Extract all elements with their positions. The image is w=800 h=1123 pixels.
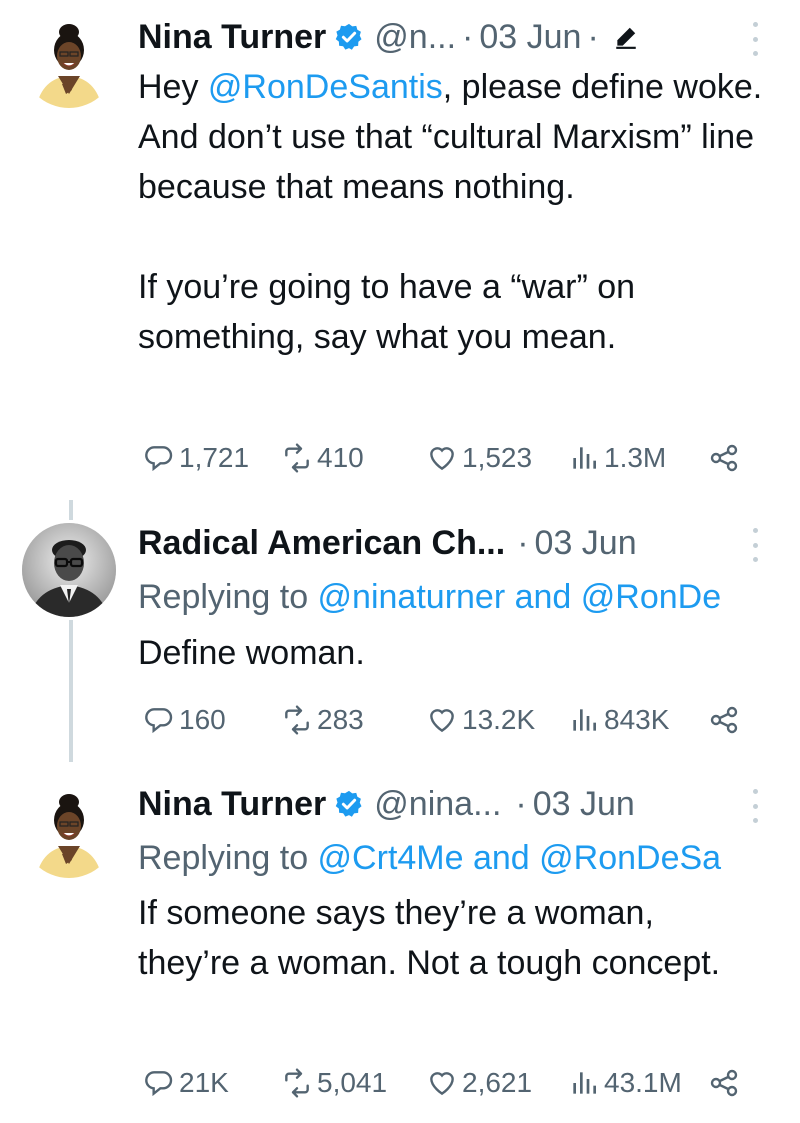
views-count: 43.1M [604,1067,682,1098]
author-name[interactable]: Nina Turner [138,782,326,826]
tweet-date[interactable]: 03 Jun [535,521,637,565]
share-button[interactable] [708,438,744,478]
views-count: 1.3M [604,442,667,473]
share-icon [710,706,738,734]
mention-link[interactable]: @RonDeSa [539,839,721,877]
share-icon [710,1069,738,1097]
author-handle[interactable]: @nina... [374,782,501,826]
mention-link[interactable]: @RonDe [581,578,721,616]
thread-connector-line [69,620,73,762]
avatar-image [22,523,116,617]
avatar-radical-american[interactable] [22,523,116,617]
action-bar: 21K 5,041 2,621 43.1M [138,1063,758,1103]
repost-icon [285,705,309,735]
views-button[interactable]: 1.3M [568,438,666,478]
replying-prefix: Replying to [138,839,318,877]
repost-button[interactable]: 283 [281,700,364,740]
reply-button[interactable]: 160 [143,700,226,740]
separator: · [515,785,527,823]
replying-to: Replying to @ninaturner and @RonDe [138,575,800,619]
like-button[interactable]: 13.2K [426,700,535,740]
action-bar: 1,721 410 1,523 1.3M [138,438,758,478]
like-button[interactable]: 1,523 [426,438,532,478]
tweet-date[interactable]: 03 Jun [533,782,635,826]
replying-and: and [463,839,540,877]
separator: · [517,524,529,562]
like-count: 1,523 [462,442,533,473]
avatar-nina-turner[interactable] [22,784,116,878]
reply-icon [145,708,173,734]
like-button[interactable]: 2,621 [426,1063,532,1103]
replying-prefix: Replying to [138,578,318,616]
heart-icon [430,1072,454,1096]
reply-button[interactable]: 21K [143,1063,229,1103]
reply-icon [145,446,173,472]
reply-count: 21K [179,1067,229,1098]
replying-and: and [505,578,581,616]
more-options-icon[interactable] [748,22,762,56]
more-options-icon[interactable] [748,528,762,562]
edited-pencil-icon[interactable] [613,24,639,50]
tweet-text: Hey @RonDeSantis, please define woke. An… [138,62,778,362]
action-bar: 160 283 13.2K 843K [138,700,758,740]
reply-count: 1,721 [179,442,250,473]
mention-link[interactable]: @ninaturner [318,578,506,616]
thread-connector-line [69,500,73,520]
more-options-icon[interactable] [748,789,762,823]
mention-link[interactable]: @RonDeSantis [208,68,443,106]
repost-button[interactable]: 410 [281,438,364,478]
repost-icon [285,443,309,473]
share-button[interactable] [708,700,744,740]
heart-icon [430,447,454,471]
like-count: 2,621 [462,1067,533,1098]
reply-icon [145,1071,173,1097]
avatar-nina-turner[interactable] [22,14,116,108]
like-count: 13.2K [462,704,536,735]
views-count: 843K [604,704,670,735]
reply-count: 160 [179,704,226,735]
mention-link[interactable]: @Crt4Me [318,839,464,877]
tweet-1[interactable]: Nina Turner @n... · 03 Jun · Hey @RonDeS… [0,0,800,490]
author-handle[interactable]: @n... [374,15,456,59]
repost-count: 410 [317,442,364,473]
replying-to: Replying to @Crt4Me and @RonDeSa [138,836,800,880]
share-button[interactable] [708,1063,744,1103]
tweet-header: Nina Turner @n... · 03 Jun · [138,15,639,59]
tweet-text: If someone says they’re a woman, they’re… [138,894,721,982]
views-bar-chart-icon [573,1072,596,1094]
author-name[interactable]: Nina Turner [138,15,326,59]
separator: · [587,18,599,56]
verified-badge-icon [334,789,364,819]
tweet-date[interactable]: 03 Jun [479,15,581,59]
repost-icon [285,1068,309,1098]
views-bar-chart-icon [573,709,596,731]
reply-button[interactable]: 1,721 [143,438,249,478]
tweet-text-paragraph-2: If you’re going to have a “war” on somet… [138,268,636,356]
separator: · [462,18,474,56]
views-bar-chart-icon [573,447,596,469]
views-button[interactable]: 43.1M [568,1063,682,1103]
repost-count: 5,041 [317,1067,388,1098]
repost-count: 283 [317,704,364,735]
repost-button[interactable]: 5,041 [281,1063,387,1103]
share-icon [710,444,738,472]
heart-icon [430,709,454,733]
avatar-image [22,14,116,108]
views-button[interactable]: 843K [568,700,669,740]
tweet-header: Radical American Ch... · 03 Jun [138,521,637,565]
avatar-image [22,784,116,878]
tweet-text: Define woman. [138,634,365,672]
text-segment: Hey [138,68,208,106]
tweet-header: Nina Turner @nina... · 03 Jun [138,782,635,826]
author-name[interactable]: Radical American Ch... [138,521,505,565]
verified-badge-icon [334,22,364,52]
